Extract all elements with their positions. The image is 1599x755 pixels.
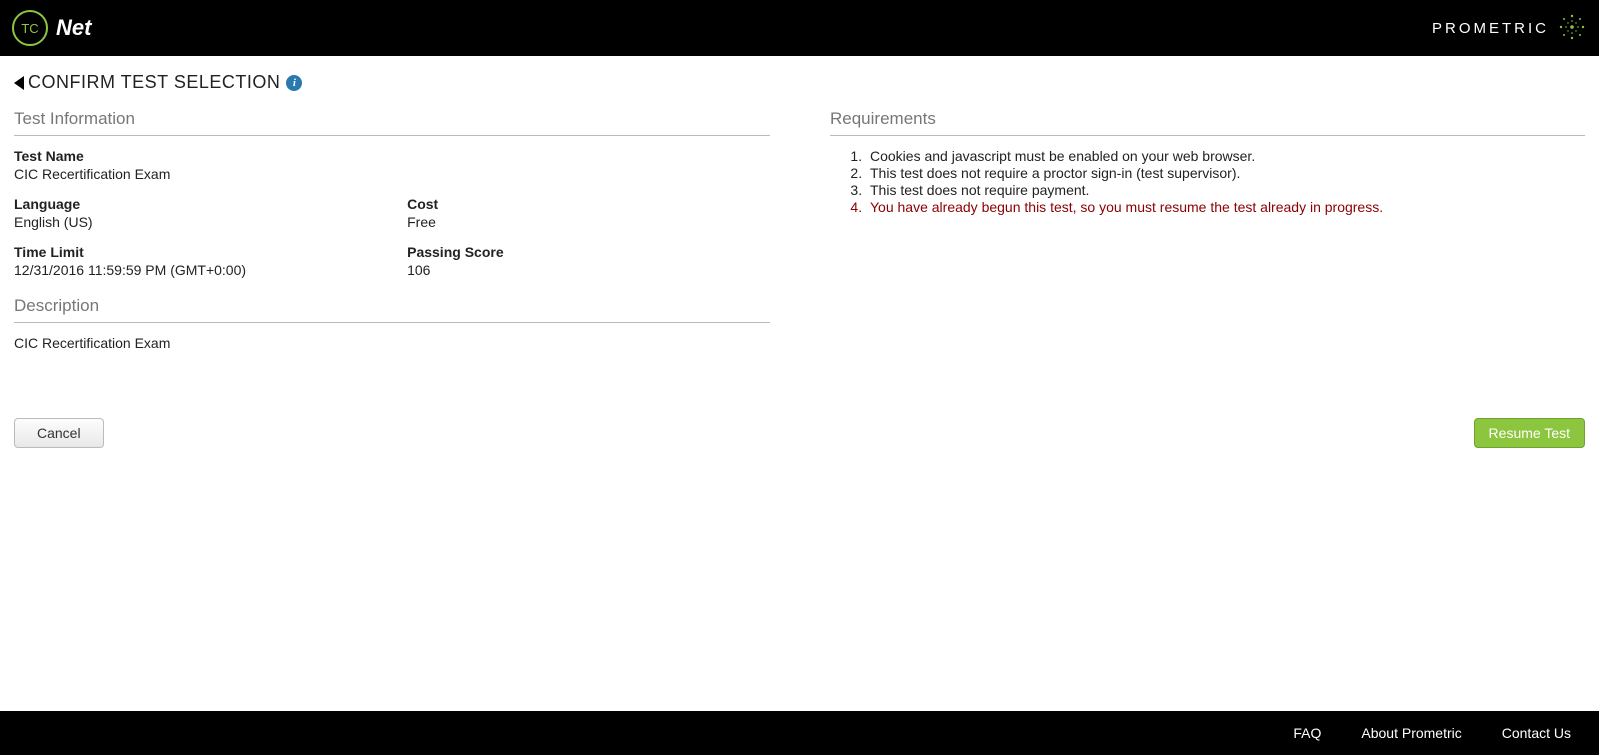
field-row-timelimit-score: Time Limit 12/31/2016 11:59:59 PM (GMT+0… — [14, 244, 770, 278]
passing-score-value: 106 — [407, 262, 785, 278]
button-row: Cancel Resume Test — [14, 418, 1585, 448]
prometric-star-icon — [1557, 12, 1587, 45]
requirement-item: Cookies and javascript must be enabled o… — [866, 148, 1585, 164]
time-limit-value: 12/31/2016 11:59:59 PM (GMT+0:00) — [14, 262, 407, 278]
content-area: Test Information Test Name CIC Recertifi… — [0, 99, 1599, 361]
back-icon[interactable] — [14, 76, 24, 90]
description-heading: Description — [14, 296, 770, 323]
app-header: TC Net PROMETRIC — [0, 0, 1599, 56]
cancel-button[interactable]: Cancel — [14, 418, 104, 448]
prometric-text: PROMETRIC — [1432, 20, 1549, 37]
field-row-test-name: Test Name CIC Recertification Exam — [14, 148, 770, 182]
logo-tcnet: TC Net — [12, 10, 91, 46]
logo-prometric: PROMETRIC — [1432, 12, 1587, 45]
test-info-heading: Test Information — [14, 109, 770, 136]
requirement-item: This test does not require a proctor sig… — [866, 165, 1585, 181]
test-name-value: CIC Recertification Exam — [14, 166, 392, 182]
field-row-language-cost: Language English (US) Cost Free — [14, 196, 770, 230]
requirements-heading: Requirements — [830, 109, 1585, 136]
page-title-row: CONFIRM TEST SELECTION i — [0, 56, 1599, 99]
page-title: CONFIRM TEST SELECTION — [28, 72, 280, 93]
passing-score-label: Passing Score — [407, 244, 785, 260]
right-column: Requirements Cookies and javascript must… — [830, 109, 1585, 351]
footer-link-about[interactable]: About Prometric — [1361, 725, 1461, 741]
requirements-list: Cookies and javascript must be enabled o… — [830, 148, 1585, 215]
footer-link-faq[interactable]: FAQ — [1293, 725, 1321, 741]
cost-value: Free — [407, 214, 785, 230]
time-limit-label: Time Limit — [14, 244, 407, 260]
language-value: English (US) — [14, 214, 407, 230]
footer-link-contact[interactable]: Contact Us — [1502, 725, 1571, 741]
tc-circle-icon: TC — [12, 10, 48, 46]
left-column: Test Information Test Name CIC Recertifi… — [14, 109, 770, 351]
description-section: Description CIC Recertification Exam — [14, 296, 770, 351]
footer: FAQ About Prometric Contact Us — [0, 711, 1599, 755]
requirement-item: This test does not require payment. — [866, 182, 1585, 198]
resume-test-button[interactable]: Resume Test — [1474, 418, 1585, 448]
language-label: Language — [14, 196, 407, 212]
test-name-label: Test Name — [14, 148, 392, 164]
cost-label: Cost — [407, 196, 785, 212]
description-text: CIC Recertification Exam — [14, 335, 770, 351]
info-icon[interactable]: i — [286, 75, 302, 91]
requirement-item: You have already begun this test, so you… — [866, 199, 1585, 215]
net-text: Net — [56, 15, 91, 41]
